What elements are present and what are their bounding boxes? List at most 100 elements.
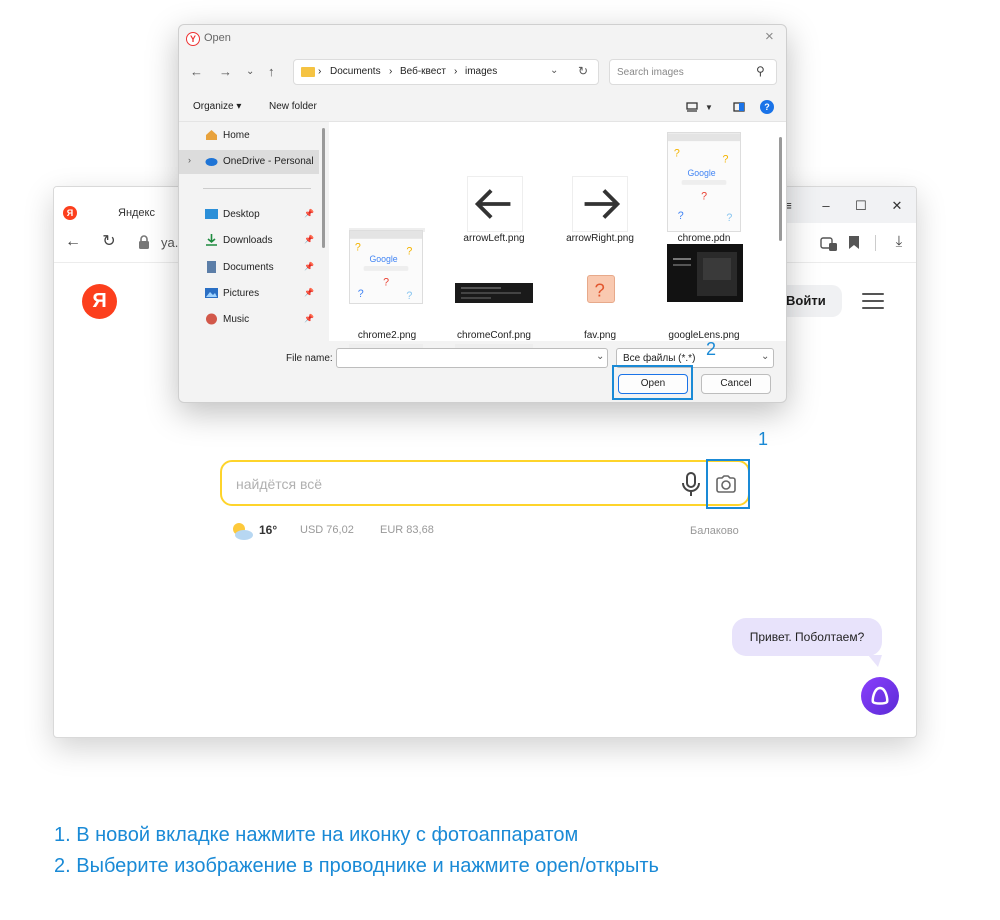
dialog-title: Open xyxy=(204,32,231,44)
usd-rate[interactable]: USD 76,02 xyxy=(300,524,354,536)
nav-divider xyxy=(203,188,311,189)
dialog-search-input[interactable]: Search images xyxy=(617,67,684,78)
pin-icon: 📌 xyxy=(304,235,314,244)
reload-icon[interactable]: ↻ xyxy=(98,231,120,253)
hamburger-menu-icon[interactable] xyxy=(862,293,884,309)
file-thumbnail[interactable] xyxy=(455,283,533,303)
file-thumbnail[interactable] xyxy=(667,244,743,302)
yandex-browser-icon: Y xyxy=(186,32,200,46)
breadcrumb-documents[interactable]: Documents xyxy=(330,66,381,77)
dialog-search-field[interactable]: Search images ⚲ xyxy=(609,59,777,85)
svg-text:?: ? xyxy=(358,288,364,300)
file-name[interactable]: chrome.pdn xyxy=(649,233,759,244)
breadcrumb-separator: › xyxy=(454,66,458,77)
instruction-step-1: 1. В новой вкладке нажмите на иконку с ф… xyxy=(54,824,579,846)
svg-text:?: ? xyxy=(726,212,732,224)
breadcrumb-images[interactable]: images xyxy=(465,66,497,77)
eur-rate[interactable]: EUR 83,68 xyxy=(380,524,434,536)
search-field[interactable]: найдётся всё xyxy=(220,460,750,506)
highlight-camera-box xyxy=(706,459,750,509)
file-thumbnail[interactable]: ? xyxy=(587,275,615,303)
file-name[interactable]: chromeConf.png xyxy=(439,330,549,341)
organize-button[interactable]: Organize ▾ xyxy=(193,101,241,112)
nav-item-downloads[interactable]: Downloads 📌 xyxy=(179,229,319,253)
google-lens-preview-icon xyxy=(673,252,737,296)
pin-icon: 📌 xyxy=(304,288,314,297)
nav-item-onedrive[interactable]: › OneDrive - Personal xyxy=(179,150,319,174)
minimize-button[interactable]: – xyxy=(815,195,837,217)
search-input[interactable]: найдётся всё xyxy=(236,476,322,492)
nav-item-documents[interactable]: Documents 📌 xyxy=(179,256,319,280)
alice-message-bubble[interactable]: Привет. Поболтаем? xyxy=(732,618,882,656)
nav-recent-chevron-icon[interactable]: ⌄ xyxy=(246,66,254,77)
file-thumbnail[interactable] xyxy=(467,176,523,232)
dialog-close-icon[interactable]: × xyxy=(765,28,774,45)
url-text[interactable]: ya. xyxy=(161,235,178,250)
maximize-button[interactable]: ☐ xyxy=(850,195,872,217)
highlight-open-box xyxy=(612,365,693,400)
view-dropdown-icon[interactable]: ▼ xyxy=(705,103,713,112)
nav-forward-icon[interactable]: → xyxy=(219,64,232,79)
pictures-icon xyxy=(205,288,218,298)
temperature[interactable]: 16° xyxy=(259,523,277,537)
svg-text:?: ? xyxy=(595,279,605,300)
file-thumbnail[interactable] xyxy=(572,176,628,232)
content-scrollbar[interactable] xyxy=(779,137,782,241)
google-page-preview-icon: Google ? ? ? ? ? xyxy=(350,231,422,302)
svg-text:Google: Google xyxy=(369,254,397,264)
file-name[interactable]: chrome2.png xyxy=(332,330,442,341)
breadcrumb-web-quest[interactable]: Веб-квест xyxy=(400,66,446,77)
file-name[interactable]: arrowLeft.png xyxy=(439,233,549,244)
question-mark-icon: ? xyxy=(595,279,605,300)
nav-item-pictures[interactable]: Pictures 📌 xyxy=(179,282,319,306)
nav-back-icon[interactable]: ← xyxy=(190,64,203,79)
bookmark-icon[interactable] xyxy=(848,235,860,250)
nav-up-icon[interactable]: ↑ xyxy=(268,64,275,79)
address-dropdown-icon[interactable]: ⌄ xyxy=(550,65,558,76)
filename-dropdown-icon[interactable]: ⌄ xyxy=(596,351,604,362)
svg-text:?: ? xyxy=(406,245,412,257)
svg-text:?: ? xyxy=(722,154,728,166)
instructions: 1. В новой вкладке нажмите на иконку с ф… xyxy=(54,820,659,882)
back-icon[interactable]: ← xyxy=(62,231,84,253)
file-thumbnail[interactable]: Google ? ? ? ? ? xyxy=(349,230,423,304)
nav-item-music[interactable]: Music 📌 xyxy=(179,308,319,332)
nav-item-desktop[interactable]: Desktop 📌 xyxy=(179,203,319,227)
close-button[interactable]: ✕ xyxy=(886,195,908,217)
extension-icon[interactable] xyxy=(820,235,838,251)
cancel-button[interactable]: Cancel xyxy=(701,374,771,394)
new-folder-button[interactable]: New folder xyxy=(269,101,317,112)
file-name[interactable]: arrowRight.png xyxy=(545,233,655,244)
yandex-logo[interactable]: Я xyxy=(82,284,117,319)
music-icon xyxy=(206,313,217,325)
downloads-icon xyxy=(206,234,217,246)
bubble-tail xyxy=(868,655,882,667)
filename-input[interactable]: ⌄ xyxy=(336,348,608,368)
file-name[interactable]: googleLens.png xyxy=(649,330,759,341)
svg-text:?: ? xyxy=(674,148,680,160)
city-label[interactable]: Балаково xyxy=(690,525,739,537)
nav-scrollbar[interactable] xyxy=(322,128,325,248)
download-icon[interactable]: ⤓ xyxy=(888,231,910,253)
view-mode-icon[interactable] xyxy=(686,102,698,112)
nav-item-label: Desktop xyxy=(223,209,260,220)
arrow-left-icon xyxy=(474,189,511,219)
expand-chevron-icon[interactable]: › xyxy=(188,155,191,165)
address-bar[interactable]: › Documents › Веб-квест › images ⌄ ↻ xyxy=(293,59,599,85)
microphone-icon[interactable] xyxy=(680,471,702,497)
toolbar-divider xyxy=(875,235,876,251)
breadcrumb-separator: › xyxy=(389,66,393,77)
refresh-icon[interactable]: ↻ xyxy=(578,64,588,78)
alice-button[interactable] xyxy=(861,677,899,715)
google-page-preview-icon: Google ? ? ? ? ? xyxy=(668,133,740,224)
step-1-label: 1 xyxy=(758,429,769,449)
file-name[interactable]: fav.png xyxy=(545,330,655,341)
preview-pane-icon[interactable] xyxy=(733,102,745,112)
file-type-dropdown-icon[interactable]: ⌄ xyxy=(761,351,769,362)
help-icon[interactable]: ? xyxy=(760,100,774,114)
lock-icon xyxy=(139,235,149,249)
file-thumbnail[interactable]: Google ? ? ? ? ? xyxy=(667,132,741,232)
pin-icon: 📌 xyxy=(304,209,314,218)
nav-item-home[interactable]: Home xyxy=(179,124,319,148)
nav-item-label: Downloads xyxy=(223,235,273,246)
